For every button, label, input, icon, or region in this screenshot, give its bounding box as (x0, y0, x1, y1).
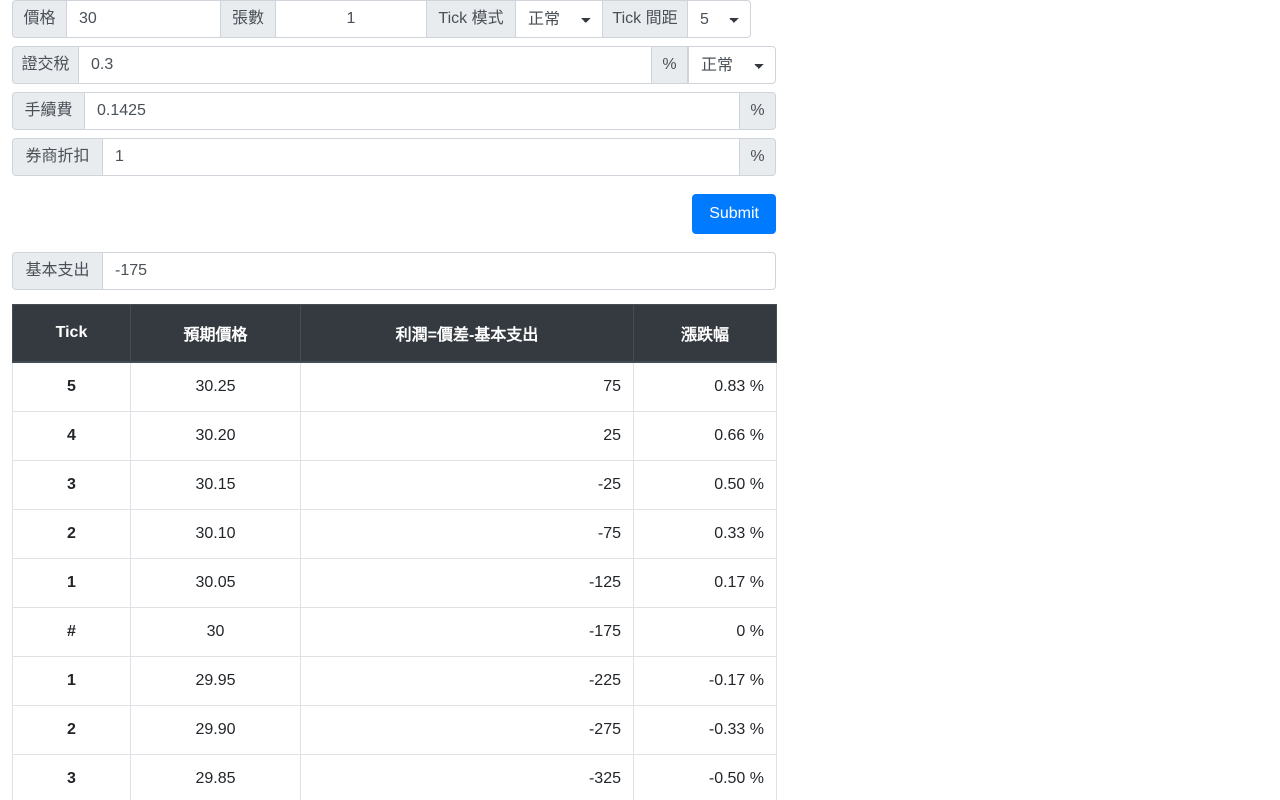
cell-change-percent: 0.66 % (633, 411, 777, 461)
cell-tick: 1 (12, 558, 131, 608)
cell-change-percent: 0.33 % (633, 509, 777, 559)
table-row: 3 29.85 -325 -0.50 % (12, 754, 777, 800)
cell-change-percent: -0.50 % (633, 754, 777, 800)
table-body: 5 30.25 75 0.83 % 4 30.20 25 0.66 % 3 30.15 -25 0.5… (12, 361, 777, 800)
discount-row: 券商折扣 % (12, 138, 776, 176)
tick-mode-select[interactable]: 正常 (515, 0, 603, 38)
price-row: 價格 張數 Tick 模式 正常 Tick 間距 5 (12, 0, 776, 38)
table-row: #30 -175 0 % (12, 607, 777, 657)
table-row: 3 30.15 -25 0.50 % (12, 460, 777, 510)
table-row: 1 30.05 -125 0.17 % (12, 558, 777, 608)
fee-percent-symbol: % (740, 92, 776, 130)
cell-profit: -125 (300, 558, 634, 608)
table-header-row: Tick 預期價格 利潤=價差-基本支出 漲跌幅 (12, 304, 777, 363)
main-container: 價格 張數 Tick 模式 正常 Tick 間距 5 證交稅 % 正常 手續費 (0, 0, 777, 800)
cell-expected-price: 30.15 (130, 460, 301, 510)
cell-tick: 5 (12, 361, 131, 412)
submit-row: Submit (12, 194, 776, 234)
cell-expected-price: 30 (130, 607, 301, 657)
page-root: 價格 張數 Tick 模式 正常 Tick 間距 5 證交稅 % 正常 手續費 (0, 0, 1280, 800)
discount-label: 券商折扣 (12, 138, 102, 176)
quantity-input[interactable] (275, 0, 427, 38)
cell-profit: -225 (300, 656, 634, 706)
cell-tick: # (12, 607, 131, 657)
cell-expected-price: 29.85 (130, 754, 301, 800)
cell-profit: -175 (300, 607, 634, 657)
header-price: 預期價格 (130, 304, 301, 363)
table-row: 2 29.90 -275 -0.33 % (12, 705, 777, 755)
cell-tick: 2 (12, 705, 131, 755)
cell-tick: 1 (12, 656, 131, 706)
cell-change-percent: 0.17 % (633, 558, 777, 608)
table-head: Tick 預期價格 利潤=價差-基本支出 漲跌幅 (12, 304, 777, 363)
discount-input[interactable] (102, 138, 740, 176)
fee-row: 手續費 % (12, 92, 776, 130)
cell-change-percent: 0.83 % (633, 361, 777, 412)
cell-change-percent: -0.17 % (633, 656, 777, 706)
tick-mode-label: Tick 模式 (427, 0, 515, 38)
table-row: 2 30.10 -75 0.33 % (12, 509, 777, 559)
fee-label: 手續費 (12, 92, 84, 130)
cell-expected-price: 30.25 (130, 361, 301, 412)
cell-change-percent: 0 % (633, 607, 777, 657)
cell-profit: 25 (300, 411, 634, 461)
header-tick: Tick (12, 304, 131, 363)
cell-profit: -275 (300, 705, 634, 755)
tax-row: 證交稅 % 正常 (12, 46, 776, 84)
cell-expected-price: 30.05 (130, 558, 301, 608)
cell-profit: -325 (300, 754, 634, 800)
table-row: 5 30.25 75 0.83 % (12, 361, 777, 412)
cell-change-percent: 0.50 % (633, 460, 777, 510)
cell-change-percent: -0.33 % (633, 705, 777, 755)
quantity-label: 張數 (221, 0, 275, 38)
fee-input[interactable] (84, 92, 740, 130)
cell-expected-price: 30.10 (130, 509, 301, 559)
header-change: 漲跌幅 (633, 304, 777, 363)
tax-percent-symbol: % (652, 46, 688, 84)
cell-tick: 2 (12, 509, 131, 559)
cell-profit: -75 (300, 509, 634, 559)
submit-button[interactable]: Submit (692, 194, 776, 234)
tick-table: Tick 預期價格 利潤=價差-基本支出 漲跌幅 5 30.25 75 0.83 % 4… (12, 304, 777, 800)
price-input[interactable] (66, 0, 221, 38)
cell-tick: 4 (12, 411, 131, 461)
tick-gap-label: Tick 間距 (603, 0, 687, 38)
cell-profit: 75 (300, 361, 634, 412)
cell-tick: 3 (12, 754, 131, 800)
tax-label: 證交稅 (12, 46, 78, 84)
base-cost-input[interactable] (102, 252, 776, 290)
cell-profit: -25 (300, 460, 634, 510)
price-label: 價格 (12, 0, 66, 38)
base-cost-label: 基本支出 (12, 252, 102, 290)
base-cost-row: 基本支出 (12, 252, 776, 290)
header-profit: 利潤=價差-基本支出 (300, 304, 634, 363)
table-row: 1 29.95 -225 -0.17 % (12, 656, 777, 706)
cell-expected-price: 29.95 (130, 656, 301, 706)
tick-gap-select[interactable]: 5 (687, 0, 751, 38)
table-row: 4 30.20 25 0.66 % (12, 411, 777, 461)
cell-tick: 3 (12, 460, 131, 510)
cell-expected-price: 30.20 (130, 411, 301, 461)
tax-mode-select[interactable]: 正常 (688, 46, 776, 84)
cell-expected-price: 29.90 (130, 705, 301, 755)
discount-percent-symbol: % (740, 138, 776, 176)
tax-input[interactable] (78, 46, 652, 84)
